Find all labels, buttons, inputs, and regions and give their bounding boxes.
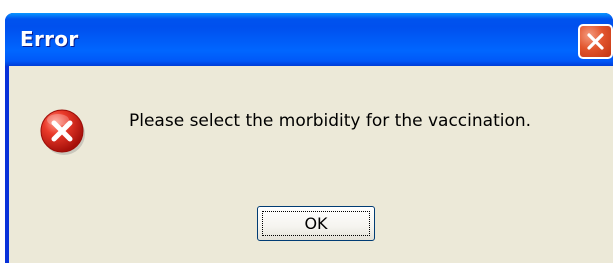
dialog-titlebar[interactable]: Error <box>5 13 613 66</box>
error-message: Please select the morbidity for the vacc… <box>129 111 532 131</box>
error-icon <box>40 109 85 155</box>
close-button[interactable] <box>578 24 613 59</box>
close-icon <box>587 33 604 50</box>
dialog-body: Please select the morbidity for the vacc… <box>9 66 613 263</box>
error-dialog-window: Error Please select the morbidity for th… <box>5 13 613 263</box>
dialog-title: Error <box>20 27 79 51</box>
ok-button[interactable]: OK <box>257 206 375 241</box>
ok-button-label: OK <box>304 214 328 233</box>
